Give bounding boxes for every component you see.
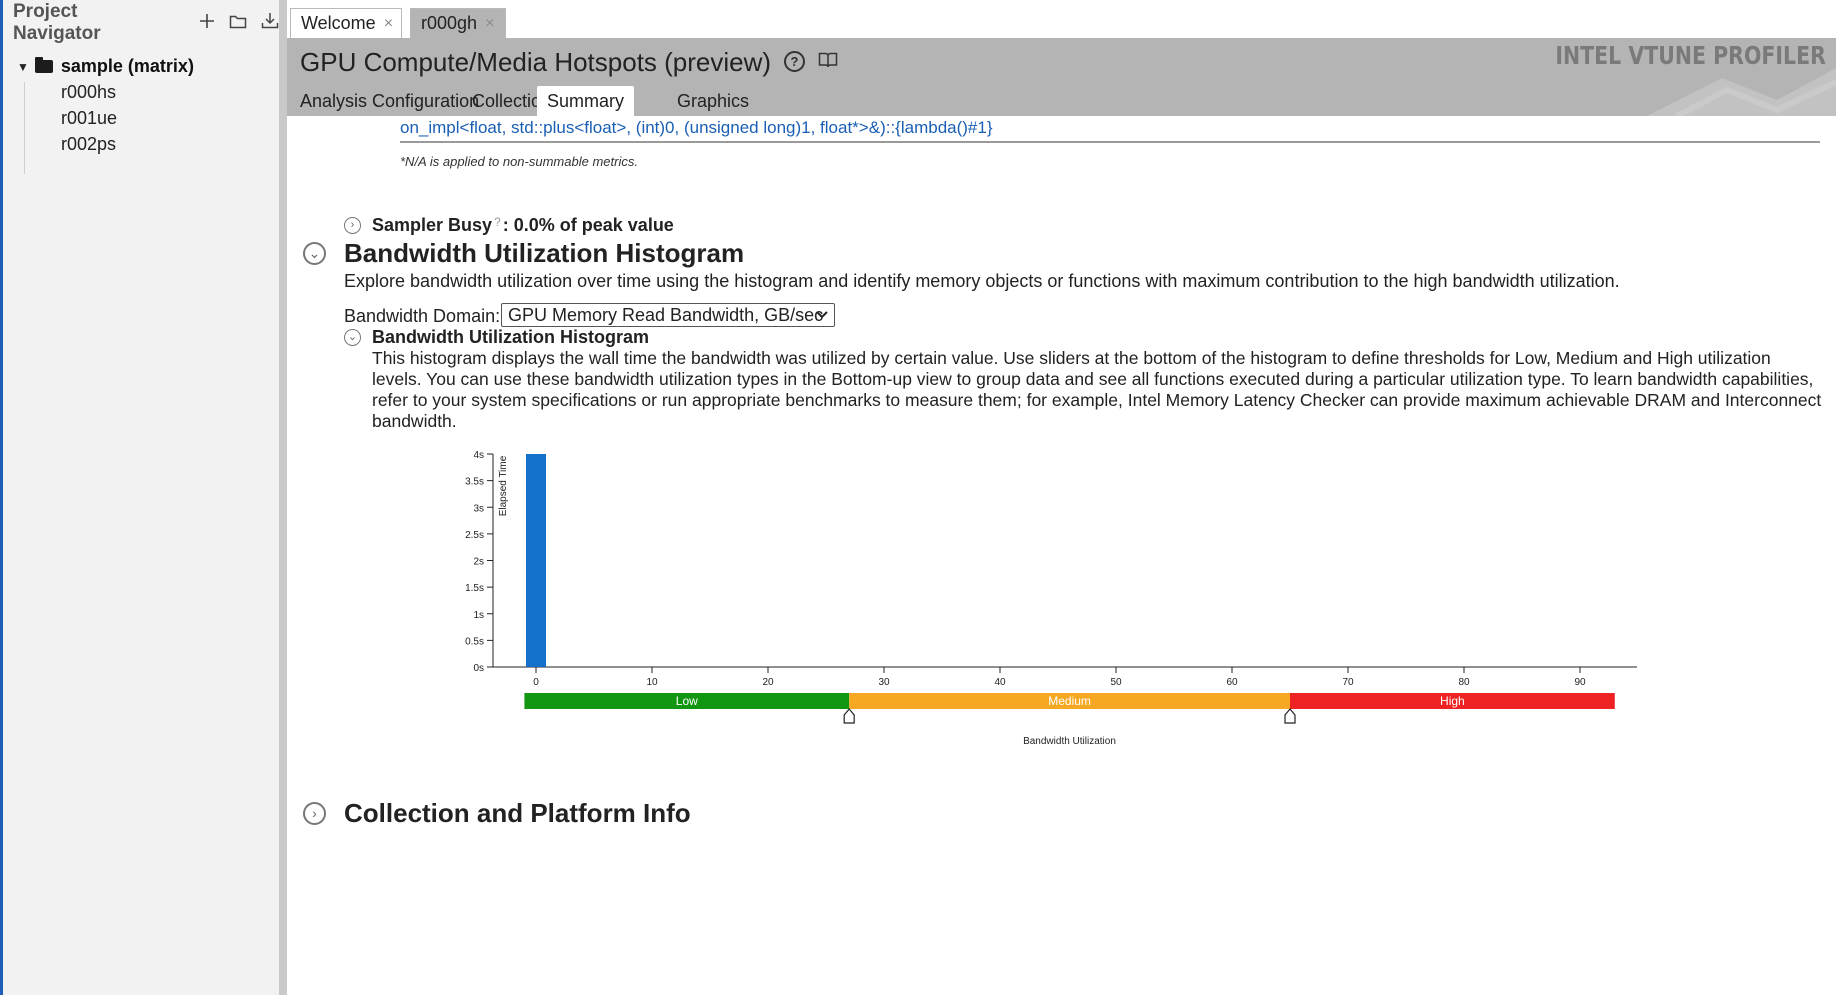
sampler-label: Sampler Busy bbox=[372, 215, 493, 235]
close-icon[interactable]: × bbox=[485, 15, 494, 33]
y-tick-label: 0.5s bbox=[465, 636, 484, 647]
function-link[interactable]: on_impl<float, std::plus<float>, (int)0,… bbox=[400, 118, 993, 138]
x-tick-label: 80 bbox=[1458, 677, 1470, 688]
result-node[interactable]: r002ps bbox=[61, 134, 116, 155]
tab-label: r000gh bbox=[421, 13, 478, 33]
band-label: Medium bbox=[1048, 694, 1091, 708]
sampler-value: : 0.0% of peak value bbox=[502, 215, 674, 235]
project-navigator: Project Navigator ▼ sample (matrix) r000… bbox=[3, 0, 279, 995]
y-tick-label: 4s bbox=[473, 450, 484, 461]
import-icon[interactable] bbox=[261, 12, 279, 35]
close-icon[interactable]: × bbox=[384, 15, 393, 33]
brand-logo: INTEL VTUNE PROFILER bbox=[1555, 41, 1826, 70]
tab-analysis-configuration[interactable]: Analysis Configuration bbox=[300, 86, 479, 116]
domain-selected-value: GPU Memory Read Bandwidth, GB/sec bbox=[508, 304, 824, 325]
x-tick-label: 90 bbox=[1574, 677, 1586, 688]
folder-icon bbox=[34, 57, 53, 73]
x-tick-label: 40 bbox=[994, 677, 1006, 688]
page-title: GPU Compute/Media Hotspots (preview) bbox=[300, 47, 772, 77]
x-tick-label: 20 bbox=[762, 677, 774, 688]
sampler-busy-metric: Sampler Busy?: 0.0% of peak value bbox=[372, 215, 674, 236]
band-label: High bbox=[1440, 694, 1465, 708]
book-icon[interactable] bbox=[818, 51, 838, 69]
analysis-header: INTEL VTUNE PROFILER GPU Compute/Media H… bbox=[287, 38, 1836, 116]
domain-label: Bandwidth Domain: bbox=[344, 306, 501, 326]
tab-welcome[interactable]: Welcome × bbox=[290, 8, 402, 38]
tab-r000gh[interactable]: r000gh × bbox=[410, 8, 506, 38]
project-label: sample (matrix) bbox=[60, 56, 194, 76]
section-description: Explore bandwidth utilization over time … bbox=[344, 271, 1620, 291]
threshold-slider-handle[interactable] bbox=[1284, 708, 1296, 724]
y-tick-label: 1s bbox=[473, 610, 484, 621]
plus-icon[interactable] bbox=[199, 12, 215, 35]
x-axis-label: Bandwidth Utilization bbox=[1023, 736, 1116, 747]
y-tick-label: 2.5s bbox=[465, 530, 484, 541]
result-node[interactable]: r001ue bbox=[61, 108, 117, 129]
navigator-header: Project Navigator bbox=[3, 0, 279, 46]
result-node[interactable]: r000hs bbox=[61, 82, 116, 103]
y-tick-label: 3.5s bbox=[465, 477, 484, 488]
summary-content: on_impl<float, std::plus<float>, (int)0,… bbox=[287, 116, 1836, 995]
section-title: Collection and Platform Info bbox=[344, 798, 691, 828]
info-icon[interactable]: ? bbox=[494, 215, 501, 229]
band-label: Low bbox=[676, 694, 698, 708]
y-tick-label: 1.5s bbox=[465, 583, 484, 594]
navigator-title: Project Navigator bbox=[13, 1, 101, 44]
help-icon[interactable]: ? bbox=[784, 51, 805, 72]
subsection-description: This histogram displays the wall time th… bbox=[372, 348, 1822, 431]
expand-icon[interactable]: › bbox=[303, 802, 326, 825]
x-tick-label: 10 bbox=[646, 677, 658, 688]
x-tick-label: 0 bbox=[533, 677, 539, 688]
expand-caret-icon[interactable]: ▼ bbox=[17, 60, 29, 74]
subsection-title: Bandwidth Utilization Histogram bbox=[372, 327, 649, 347]
section-title: Bandwidth Utilization Histogram bbox=[344, 238, 745, 268]
chevron-down-icon bbox=[816, 307, 828, 323]
tab-graphics[interactable]: Graphics bbox=[677, 86, 749, 116]
threshold-slider-handle[interactable] bbox=[843, 708, 855, 724]
collapse-icon[interactable]: ⌄ bbox=[303, 242, 326, 265]
folder-icon[interactable] bbox=[229, 12, 247, 35]
y-tick-label: 2s bbox=[473, 557, 484, 568]
tab-summary[interactable]: Summary bbox=[537, 86, 635, 116]
x-tick-label: 70 bbox=[1342, 677, 1354, 688]
tab-label: Welcome bbox=[301, 13, 376, 33]
na-footnote: *N/A is applied to non-summable metrics. bbox=[400, 154, 638, 169]
bandwidth-domain-select[interactable]: GPU Memory Read Bandwidth, GB/sec bbox=[501, 303, 835, 327]
y-tick-label: 0s bbox=[473, 663, 484, 674]
expand-icon[interactable]: › bbox=[344, 217, 361, 234]
x-tick-label: 50 bbox=[1110, 677, 1122, 688]
collapse-icon[interactable]: ⌄ bbox=[344, 329, 361, 346]
project-node[interactable]: ▼ sample (matrix) bbox=[17, 56, 194, 77]
navigator-toolbar bbox=[185, 12, 279, 35]
y-axis-label: Elapsed Time bbox=[498, 455, 509, 516]
x-tick-label: 30 bbox=[878, 677, 890, 688]
x-tick-label: 60 bbox=[1226, 677, 1238, 688]
table-bottom-rule bbox=[400, 141, 1820, 143]
tree-guide-line bbox=[24, 82, 25, 174]
panel-splitter[interactable] bbox=[279, 0, 287, 995]
y-tick-label: 3s bbox=[473, 503, 484, 514]
document-tabs: Welcome × r000gh × bbox=[287, 0, 1836, 38]
histogram-bar[interactable] bbox=[526, 454, 546, 667]
